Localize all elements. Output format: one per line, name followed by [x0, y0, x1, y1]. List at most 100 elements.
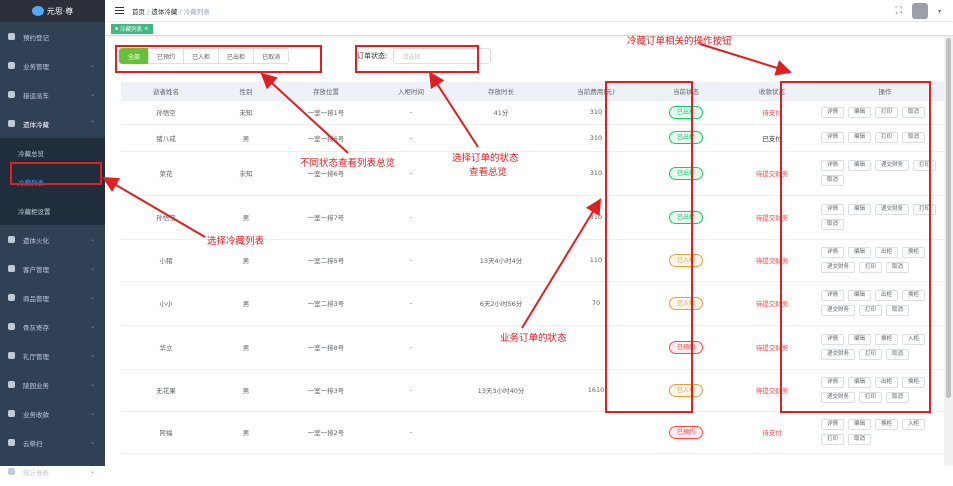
avatar[interactable]	[912, 3, 928, 19]
cell-pos: 一室一排6号	[281, 124, 371, 151]
scrollbar[interactable]	[944, 36, 953, 466]
chevron-down-icon[interactable]: ▾	[938, 8, 941, 15]
sidebar-item-12[interactable]: 陵园业务⌄	[0, 370, 105, 399]
cell-gender: 男	[211, 281, 281, 325]
sidebar-menu: 预约登记业务管理⌄接运派车⌄遗体冷藏⌃冷藏总览冷藏列表冷藏柜设置遗体火化⌄客户管…	[0, 22, 105, 486]
cell-name: 孙悟空	[121, 100, 211, 124]
chevron-down-icon: ⌄	[90, 91, 95, 98]
cloud-icon	[8, 439, 15, 446]
action-button[interactable]: 换柜	[875, 419, 898, 430]
sidebar-item-label: 统计报表	[23, 467, 49, 477]
hall-icon	[8, 352, 15, 359]
sidebar-item-label: 遗体火化	[23, 235, 49, 245]
sidebar-item-11[interactable]: 礼厅管理⌄	[0, 341, 105, 370]
sidebar-item-label: 业务收款	[23, 409, 49, 419]
chevron-down-icon: ⌄	[90, 62, 95, 69]
sidebar-item-3[interactable]: 遗体冷藏⌃	[0, 109, 105, 138]
cell-dur: 13天4小时4分	[451, 239, 551, 281]
cell-payment-status: 待支付	[731, 411, 813, 453]
sidebar-item-15[interactable]: 统计报表 ⌄	[0, 457, 105, 486]
column-header: 存放时长	[451, 82, 551, 100]
column-header: 入柜时间	[371, 82, 451, 100]
breadcrumb-parent: 遗体冷藏	[151, 8, 177, 16]
sidebar-item-13[interactable]: 业务收款⌄	[0, 399, 105, 428]
cell-name: 小猪	[121, 239, 211, 281]
column-header: 性别	[211, 82, 281, 100]
annotation-box-order-status	[355, 45, 479, 73]
sidebar-item-14[interactable]: 云祭扫⌄	[0, 428, 105, 457]
cell-pos: 一室二排3号	[281, 281, 371, 325]
annotation-box-status	[605, 81, 693, 413]
cell-dur	[451, 411, 551, 453]
action-button[interactable]: 取消	[848, 434, 871, 445]
table-row: 阿福男一室一排2号-已预约待支付详情编辑换柜入柜打印取消	[121, 411, 953, 453]
sidebar-item-9[interactable]: 商品管理⌄	[0, 283, 105, 312]
money-icon	[8, 410, 15, 417]
action-button[interactable]: 入柜	[902, 419, 925, 430]
cell-gender: 男	[211, 411, 281, 453]
hamburger-icon[interactable]	[115, 7, 124, 14]
calendar-icon	[8, 33, 15, 40]
sidebar-item-label: 陵园业务	[23, 380, 49, 390]
sidebar-item-10[interactable]: 骨灰寄存 ⌄	[0, 312, 105, 341]
cell-in: -	[371, 195, 451, 239]
grid-icon	[8, 323, 15, 330]
snowflake-icon	[8, 120, 15, 127]
chevron-down-icon: ⌄	[90, 323, 95, 330]
annotation-order-text-2: 查看总览	[469, 164, 507, 178]
car-icon	[8, 91, 15, 98]
tree-icon	[8, 381, 15, 388]
fullscreen-icon[interactable]: ⛶	[896, 6, 902, 16]
cell-dur	[451, 195, 551, 239]
action-button[interactable]: 打印	[821, 434, 844, 445]
breadcrumb-home[interactable]: 首页	[132, 8, 145, 16]
cell-gender: 男	[211, 124, 281, 151]
sidebar-item-7[interactable]: 遗体火化 ⌄	[0, 225, 105, 254]
chevron-down-icon: ⌄	[90, 294, 95, 301]
annotation-box-sidebar	[10, 162, 102, 185]
cell-in: -	[371, 411, 451, 453]
sidebar-item-6[interactable]: 冷藏柜设置	[0, 196, 105, 225]
cell-gender: 男	[211, 369, 281, 411]
annotation-ops-text: 冷藏订单相关的操作按钮	[627, 33, 732, 47]
cell-actions: 详情编辑换柜入柜打印取消	[813, 411, 953, 453]
app-logo[interactable]: 元思·尊	[0, 0, 105, 22]
sidebar-item-0[interactable]: 预约登记	[0, 22, 105, 51]
cell-dur: 41分	[451, 100, 551, 124]
cell-gender: 未知	[211, 151, 281, 195]
active-dot-icon	[115, 27, 118, 30]
cell-name: 无花果	[121, 369, 211, 411]
sidebar-item-2[interactable]: 接运派车 ⌄	[0, 80, 105, 109]
annotation-box-ops	[780, 81, 931, 413]
sidebar-item-1[interactable]: 业务管理⌄	[0, 51, 105, 80]
sidebar-item-label: 骨灰寄存	[23, 322, 49, 332]
logo-icon	[32, 6, 44, 16]
sidebar-item-label: 预约登记	[23, 32, 49, 42]
sidebar-item-8[interactable]: 客户管理⌄	[0, 254, 105, 283]
cell-in: -	[371, 369, 451, 411]
action-button[interactable]: 详情	[821, 419, 844, 430]
annotation-status-text: 业务订单的状态	[500, 330, 567, 344]
chevron-down-icon: ⌄	[90, 236, 95, 243]
fire-icon	[8, 236, 15, 243]
scrollbar-thumb[interactable]	[946, 38, 951, 398]
cart-icon	[8, 294, 15, 301]
status-badge: 已预约	[669, 426, 703, 439]
briefcase-icon	[8, 62, 15, 69]
chevron-down-icon: ⌄	[90, 468, 95, 475]
chart-icon	[8, 468, 15, 475]
sidebar-item-label: 接运派车	[23, 90, 49, 100]
cell-dur	[451, 124, 551, 151]
chevron-down-icon: ⌄	[90, 352, 95, 359]
cell-in: -	[371, 281, 451, 325]
chevron-down-icon: ⌄	[90, 265, 95, 272]
tab-cold-list[interactable]: 冷藏列表×	[111, 24, 153, 34]
cell-name: 华立	[121, 325, 211, 369]
annotation-filter-text: 不同状态查看列表总览	[300, 155, 395, 169]
close-icon[interactable]: ×	[144, 26, 149, 32]
cell-pos: 一室二排5号	[281, 239, 371, 281]
annotation-box-filters	[115, 45, 322, 73]
cell-gender: 未知	[211, 100, 281, 124]
action-button[interactable]: 编辑	[848, 419, 871, 430]
user-icon	[8, 265, 15, 272]
